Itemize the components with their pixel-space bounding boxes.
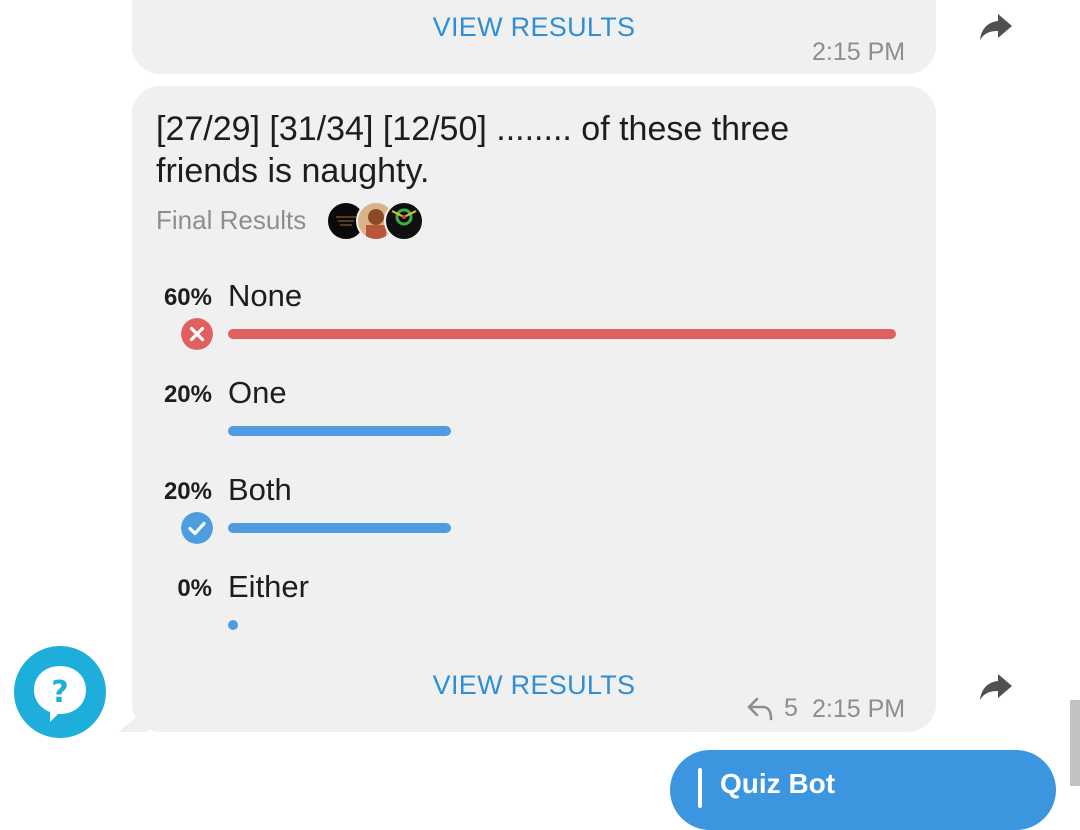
result-bar — [228, 523, 451, 533]
help-button[interactable]: ? — [14, 646, 106, 738]
svg-text:?: ? — [51, 675, 68, 710]
result-bar — [228, 620, 238, 630]
reply-preview-name: Quiz Bot — [720, 768, 836, 799]
share-forward-icon[interactable] — [976, 666, 1016, 706]
question-help-icon: ? — [34, 666, 86, 722]
poll-status: Final Results — [156, 205, 307, 235]
option-percent: 0% — [177, 575, 212, 602]
option-percent: 20% — [163, 478, 212, 505]
avatar — [384, 201, 424, 241]
reply-count: 5 — [784, 694, 798, 722]
check-circle-icon — [181, 512, 213, 544]
result-bar — [228, 329, 896, 339]
outgoing-message-bubble: Quiz Bot — [670, 750, 1056, 830]
poll-question: [27/29] [31/34] [12/50] ........ of thes… — [156, 110, 790, 190]
x-circle-icon — [181, 318, 213, 350]
reply-arrow-icon — [747, 697, 773, 721]
reply-stripe — [698, 768, 702, 808]
result-bar — [228, 426, 451, 436]
option-label: None — [228, 278, 303, 313]
option-percent: 60% — [163, 284, 212, 311]
option-label: Either — [228, 569, 309, 604]
message-time-top: 2:15 PM — [812, 38, 906, 66]
message-time: 2:15 PM — [812, 695, 906, 723]
option-percent: 20% — [163, 381, 212, 408]
option-label: Both — [228, 472, 292, 507]
option-label: One — [228, 375, 287, 410]
scrollbar[interactable] — [1070, 700, 1080, 786]
share-forward-icon[interactable] — [976, 6, 1016, 46]
voter-avatars[interactable] — [326, 201, 426, 241]
